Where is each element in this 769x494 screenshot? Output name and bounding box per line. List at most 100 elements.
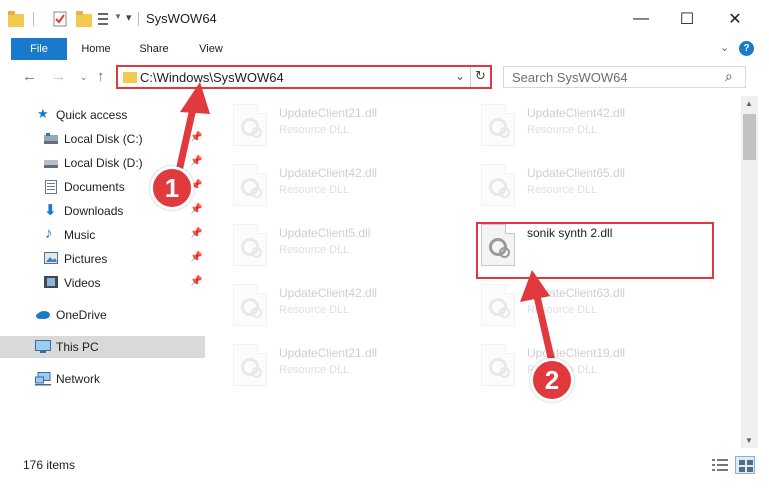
step-marker-1: 1: [150, 166, 194, 210]
scroll-up-icon[interactable]: ▲: [745, 99, 753, 108]
close-button[interactable]: ✕: [712, 0, 758, 38]
tab-home[interactable]: Home: [73, 38, 119, 60]
search-input[interactable]: Search SysWOW64 ⌕: [503, 66, 746, 88]
recent-locations-icon[interactable]: ⌄: [80, 72, 88, 83]
file-item[interactable]: UpdateClient42.dll Resource DLL: [233, 162, 473, 208]
address-path[interactable]: C:\Windows\SysWOW64: [140, 70, 284, 85]
minimize-button[interactable]: —: [618, 0, 664, 38]
sidebar-item-quick-access[interactable]: ★ Quick access: [0, 104, 205, 126]
dll-file-icon: [233, 104, 267, 146]
file-item[interactable]: UpdateClient19.dll Resource DLL: [481, 342, 721, 388]
tab-share[interactable]: Share: [131, 38, 177, 60]
star-icon: ★: [37, 106, 49, 121]
step-marker-2: 2: [530, 358, 574, 402]
scroll-down-icon[interactable]: ▼: [745, 436, 753, 445]
search-placeholder: Search SysWOW64: [512, 70, 628, 85]
sidebar-item-label: Pictures: [64, 252, 108, 266]
pin-icon[interactable]: 📌: [190, 276, 202, 287]
pin-icon[interactable]: 📌: [190, 228, 202, 239]
file-name: UpdateClient63.dll: [527, 286, 626, 300]
file-item[interactable]: UpdateClient21.dll Resource DLL: [233, 342, 473, 388]
music-icon: ♪: [45, 225, 53, 242]
forward-arrow-icon[interactable]: →: [51, 68, 66, 85]
file-item[interactable]: UpdateClient21.dll Resource DLL: [233, 102, 473, 148]
highlight-rectangle: [476, 222, 714, 279]
address-dropdown-icon[interactable]: ⌄: [455, 69, 465, 83]
ribbon-tabs: File Home Share View ⌄ ?: [0, 38, 769, 60]
sidebar-item-label: Videos: [64, 276, 101, 290]
sidebar-item-label: Local Disk (D:): [64, 156, 143, 170]
details-view-icon[interactable]: [712, 458, 728, 475]
sidebar-item-network[interactable]: Network: [0, 368, 205, 390]
folder-icon: [8, 11, 24, 27]
file-type: Resource DLL: [279, 304, 350, 316]
window-title: SysWOW64: [146, 11, 217, 26]
customize-toolbar-icon[interactable]: ▾: [126, 11, 132, 24]
file-item[interactable]: UpdateClient63.dll Resource DLL: [481, 282, 721, 328]
navigation-pane: ★ Quick access Local Disk (C:) 📌 Local D…: [0, 96, 207, 448]
dll-file-icon: [233, 284, 267, 326]
refresh-icon[interactable]: ↻: [475, 68, 486, 84]
downloads-icon: ⬇: [44, 202, 57, 219]
pictures-icon: [44, 252, 58, 266]
new-folder-icon[interactable]: [76, 11, 92, 27]
sidebar-item-local-disk-c[interactable]: Local Disk (C:) 📌: [0, 128, 205, 150]
item-count: 176 items: [23, 458, 76, 472]
up-arrow-icon[interactable]: ↑: [97, 68, 105, 85]
expand-ribbon-icon[interactable]: ⌄: [720, 41, 729, 54]
sidebar-item-label: OneDrive: [56, 308, 107, 322]
file-type: Resource DLL: [279, 184, 350, 196]
file-item[interactable]: UpdateClient42.dll Resource DLL: [481, 102, 721, 148]
title-bar: ▼ ▾ SysWOW64 — ☐ ✕: [0, 0, 769, 38]
file-name: UpdateClient21.dll: [279, 106, 378, 120]
file-name: UpdateClient42.dll: [279, 286, 378, 300]
cloud-icon: [35, 308, 50, 322]
dll-file-icon: [481, 284, 515, 326]
properties-icon[interactable]: [53, 11, 69, 27]
file-name: UpdateClient42.dll: [279, 166, 378, 180]
pin-icon[interactable]: 📌: [190, 156, 202, 167]
help-icon[interactable]: ?: [739, 41, 754, 56]
sidebar-item-pictures[interactable]: Pictures 📌: [0, 248, 205, 270]
sidebar-item-label: Local Disk (C:): [64, 132, 143, 146]
scrollbar-thumb[interactable]: [743, 114, 756, 160]
tab-view[interactable]: View: [188, 38, 234, 60]
address-bar[interactable]: C:\Windows\SysWOW64 ⌄ ↻: [116, 65, 492, 89]
sidebar-item-videos[interactable]: Videos 📌: [0, 272, 205, 294]
back-arrow-icon[interactable]: ←: [22, 68, 37, 85]
file-type: Resource DLL: [279, 364, 350, 376]
sidebar-item-label: Quick access: [56, 108, 128, 122]
separator: [33, 12, 34, 26]
large-icons-view-button[interactable]: [735, 456, 755, 474]
file-name: UpdateClient21.dll: [279, 346, 378, 360]
pin-icon[interactable]: 📌: [190, 132, 202, 143]
customize-icon[interactable]: [97, 11, 113, 27]
file-type: Resource DLL: [527, 184, 598, 196]
file-type: Resource DLL: [279, 124, 350, 136]
file-item[interactable]: UpdateClient42.dll Resource DLL: [233, 282, 473, 328]
dropdown-arrow-icon[interactable]: ▼: [114, 12, 122, 21]
separator: [138, 12, 139, 26]
sidebar-item-onedrive[interactable]: OneDrive: [0, 304, 205, 326]
sidebar-item-this-pc[interactable]: This PC: [0, 336, 205, 358]
sidebar-item-music[interactable]: ♪ Music 📌: [0, 224, 205, 246]
file-name: UpdateClient42.dll: [527, 106, 626, 120]
dll-file-icon: [233, 164, 267, 206]
sidebar-item-label: Music: [64, 228, 96, 242]
documents-icon: [45, 180, 59, 194]
dll-file-icon: [481, 344, 515, 386]
file-item[interactable]: UpdateClient65.dll Resource DLL: [481, 162, 721, 208]
drive-icon: [44, 156, 58, 170]
maximize-button[interactable]: ☐: [664, 0, 710, 38]
dll-file-icon: [233, 344, 267, 386]
tab-file[interactable]: File: [11, 38, 67, 60]
pin-icon[interactable]: 📌: [190, 204, 202, 215]
vertical-scrollbar[interactable]: ▲ ▼: [741, 96, 758, 448]
file-item[interactable]: UpdateClient5.dll Resource DLL: [233, 222, 473, 268]
folder-icon: [123, 72, 137, 83]
dll-file-icon: [481, 104, 515, 146]
search-icon[interactable]: ⌕: [725, 68, 733, 85]
file-type: Resource DLL: [527, 304, 598, 316]
sidebar-item-label: Documents: [64, 180, 125, 194]
pin-icon[interactable]: 📌: [190, 252, 202, 263]
